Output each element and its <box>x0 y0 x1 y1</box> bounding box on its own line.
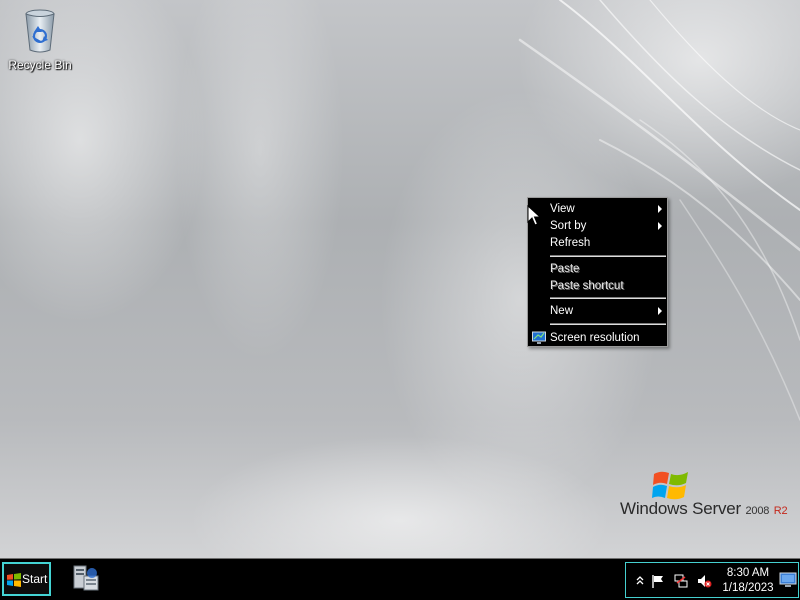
branding-version: 2008 <box>745 505 770 517</box>
menu-separator <box>550 255 666 257</box>
submenu-arrow-icon <box>658 307 662 315</box>
desktop-icon-label: Recycle Bin <box>8 58 72 72</box>
taskbar: Start 8:30 AM 1/18/2023 <box>0 558 800 600</box>
windows-server-branding: Windows Server 2008 R2 <box>620 468 790 526</box>
menu-item-paste[interactable]: Paste <box>528 261 667 277</box>
volume-muted-icon[interactable] <box>696 573 712 589</box>
recycle-bin-icon <box>20 6 60 54</box>
submenu-arrow-icon <box>658 222 662 230</box>
network-icon[interactable] <box>673 573 689 589</box>
notification-area: 8:30 AM 1/18/2023 <box>625 562 799 598</box>
menu-item-label: Screen resolution <box>550 332 640 344</box>
menu-item-refresh[interactable]: Refresh <box>528 235 667 251</box>
show-desktop-icon[interactable] <box>779 571 797 589</box>
menu-separator <box>550 323 666 325</box>
clock-time: 8:30 AM <box>726 567 770 579</box>
menu-item-label: Sort by <box>550 220 587 232</box>
menu-item-paste-shortcut[interactable]: Paste shortcut <box>528 278 667 294</box>
branding-text: Windows Server 2008 R2 <box>620 499 788 519</box>
server-manager-button[interactable] <box>70 562 102 594</box>
menu-item-sort-by[interactable]: Sort by <box>528 218 667 234</box>
show-hidden-icons-chevron[interactable] <box>632 573 648 589</box>
menu-item-view[interactable]: View <box>528 201 667 217</box>
submenu-arrow-icon <box>658 205 662 213</box>
monitor-icon <box>532 331 546 345</box>
menu-item-screen-resolution[interactable]: Screen resolution <box>528 330 667 346</box>
start-button[interactable]: Start <box>2 562 51 596</box>
menu-item-label: Paste shortcut <box>550 280 624 292</box>
menu-item-label: Paste <box>550 263 580 275</box>
clock[interactable]: 8:30 AM 1/18/2023 <box>718 566 778 596</box>
menu-item-label: Refresh <box>550 237 591 249</box>
server-manager-icon <box>73 565 99 591</box>
branding-edition: R2 <box>773 505 788 517</box>
desktop[interactable]: Recycle Bin Windows Server 2008 R2 View … <box>0 0 800 558</box>
windows-flag-icon <box>652 468 690 502</box>
desktop-icon-recycle-bin[interactable]: Recycle Bin <box>4 6 76 72</box>
action-center-flag-icon[interactable] <box>650 573 666 589</box>
start-label: Start <box>22 572 48 586</box>
menu-separator <box>550 297 666 299</box>
windows-logo-icon <box>7 573 21 587</box>
clock-date: 1/18/2023 <box>722 582 774 594</box>
mouse-pointer-icon <box>527 205 541 226</box>
menu-item-new[interactable]: New <box>528 303 667 319</box>
menu-item-label: New <box>550 305 574 317</box>
menu-item-label: View <box>550 203 575 215</box>
desktop-context-menu: View Sort by Refresh Paste Paste shortcu… <box>527 197 668 347</box>
branding-name: Windows Server <box>620 499 741 518</box>
